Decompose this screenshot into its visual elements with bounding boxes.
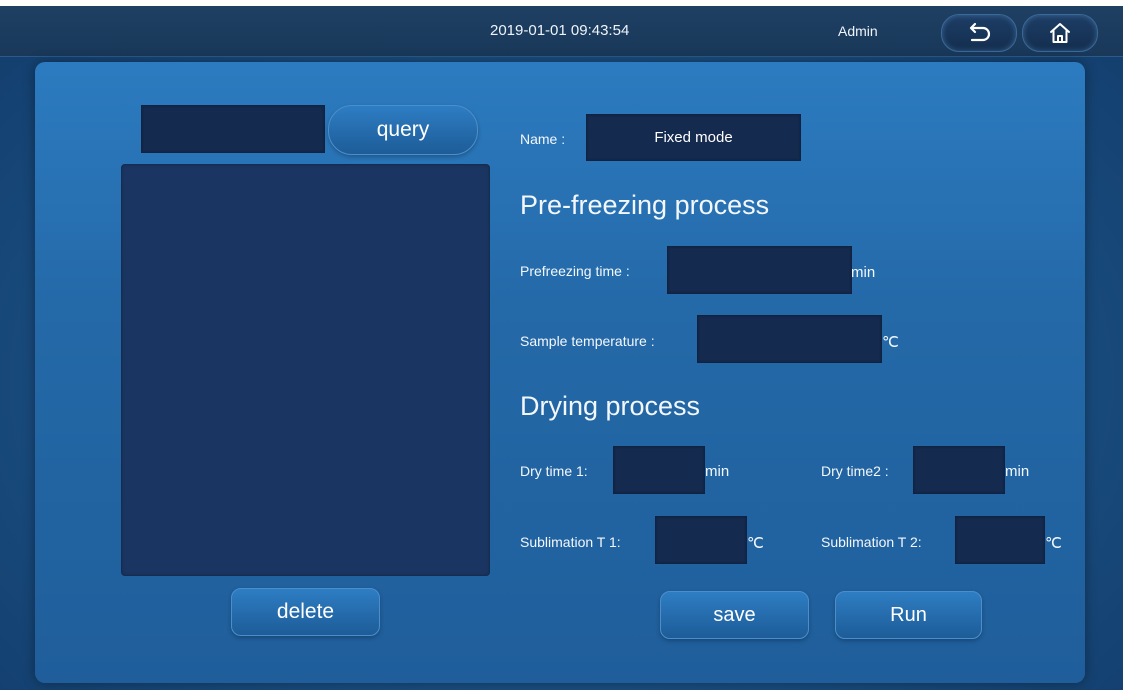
delete-button[interactable]: delete: [231, 588, 380, 636]
drying-title: Drying process: [520, 391, 701, 421]
sublimation-t1-unit: ℃: [747, 535, 764, 552]
app-screen: 2019-01-01 09:43:54 Admin query delete N…: [0, 6, 1123, 690]
name-field[interactable]: Fixed mode: [586, 114, 801, 161]
sublimation-t2-unit: ℃: [1045, 535, 1062, 552]
top-bar: 2019-01-01 09:43:54 Admin: [0, 6, 1123, 57]
save-button[interactable]: save: [660, 591, 809, 639]
dry-time-1-unit: min: [705, 463, 730, 480]
home-button[interactable]: [1022, 14, 1098, 52]
dry-time-1-label: Dry time 1:: [520, 463, 588, 479]
prefreezing-title: Pre-freezing process: [520, 190, 770, 220]
user-name: Admin: [838, 23, 878, 39]
query-button[interactable]: query: [328, 105, 478, 155]
record-list[interactable]: [121, 164, 490, 576]
sample-temperature-unit: ℃: [882, 334, 899, 351]
prefreezing-time-label: Prefreezing time :: [520, 263, 630, 279]
dry-time-2-field[interactable]: [913, 446, 1005, 494]
home-icon: [1050, 23, 1070, 43]
sublimation-t1-label: Sublimation T 1:: [520, 534, 621, 550]
dry-time-2-label: Dry time2 :: [821, 463, 889, 479]
sublimation-t1-field[interactable]: [655, 516, 747, 564]
sample-temperature-field[interactable]: [697, 315, 882, 363]
back-button[interactable]: [941, 14, 1017, 52]
datetime-display: 2019-01-01 09:43:54: [490, 22, 630, 39]
run-button[interactable]: Run: [835, 591, 982, 639]
search-input[interactable]: [141, 105, 325, 153]
prefreezing-time-field[interactable]: [667, 246, 852, 294]
sublimation-t2-label: Sublimation T 2:: [821, 534, 922, 550]
name-label: Name :: [520, 131, 566, 147]
dry-time-1-field[interactable]: [613, 446, 705, 494]
dry-time-2-unit: min: [1005, 463, 1030, 480]
back-arrow-icon: [969, 22, 991, 42]
prefreezing-time-unit: min: [851, 264, 876, 281]
sublimation-t2-field[interactable]: [955, 516, 1045, 564]
sample-temperature-label: Sample temperature :: [520, 333, 655, 349]
